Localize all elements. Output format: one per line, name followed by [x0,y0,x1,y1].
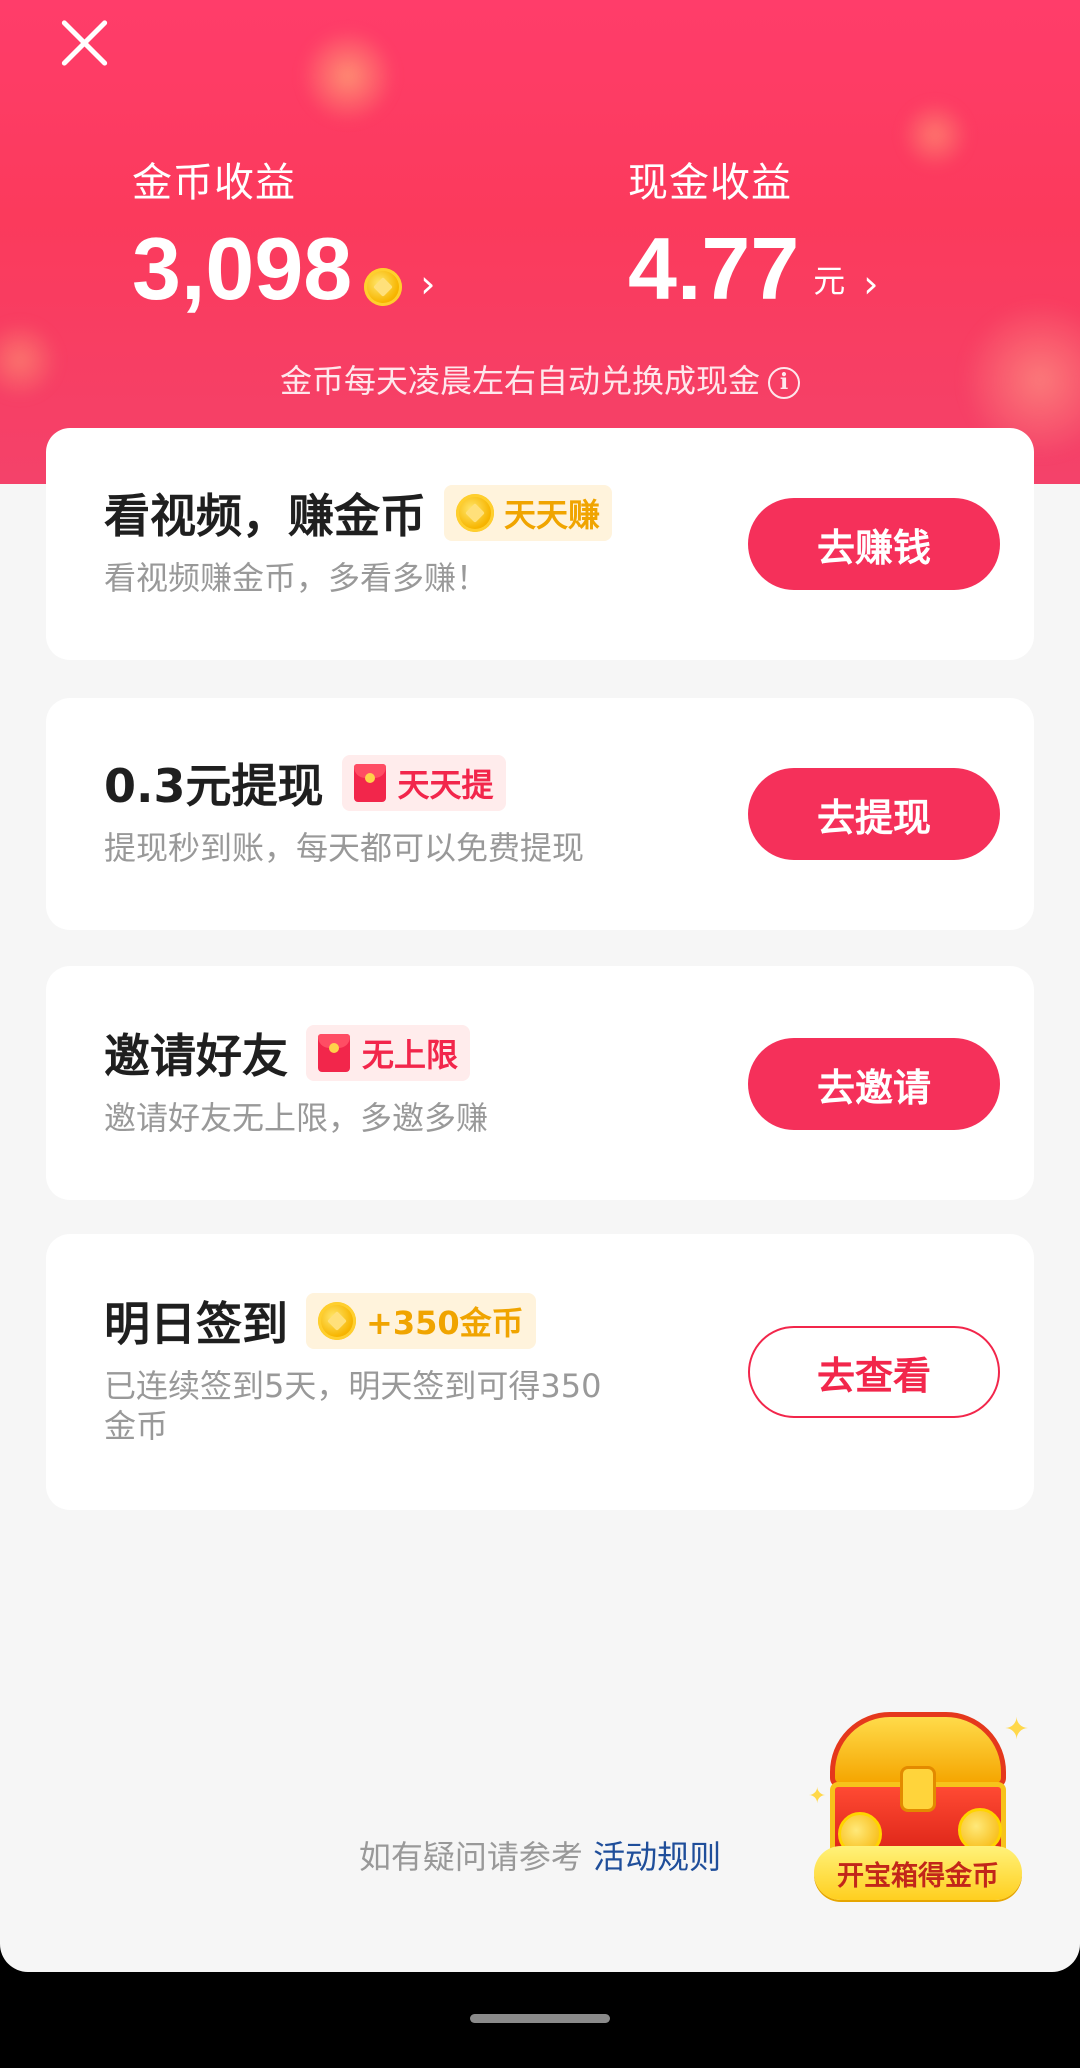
decor-glow [300,28,396,124]
task-tag: 天天赚 [444,485,613,541]
chest-lock-icon [900,1766,936,1812]
task-card-watch-video: 看视频，赚金币 天天赚 看视频赚金币，多看多赚！ 去赚钱 [46,428,1034,660]
rules-link[interactable]: 活动规则 [593,1838,721,1876]
coin-earnings-value: 3,098 [132,219,353,318]
chevron-right-icon: › [863,262,879,306]
close-icon[interactable] [56,14,112,70]
cash-earnings-label: 现金收益 [628,160,792,206]
red-packet-icon [353,764,386,802]
sparkle-icon: ✦ [1004,1712,1030,1747]
task-card-withdraw: 0.3元提现 天天提 提现秒到账，每天都可以免费提现 去提现 [46,698,1034,930]
task-title-row: 明日签到 +350金币 [104,1288,536,1354]
home-indicator[interactable] [470,2014,610,2023]
invite-button[interactable]: 去邀请 [748,1038,1000,1130]
task-title-row: 0.3元提现 天天提 [104,750,506,816]
task-subtitle-line: 已连续签到5天，明天签到可得350 [104,1367,602,1405]
task-subtitle: 提现秒到账，每天都可以免费提现 [104,829,585,867]
coin-earnings: 金币收益 3,098 › [132,150,436,318]
decor-glow [900,100,970,170]
task-title: 明日签到 [104,1297,288,1351]
task-tag-label: 无上限 [362,1036,459,1074]
cash-earnings-value: 4.77 [628,219,800,318]
task-title: 邀请好友 [104,1029,288,1083]
chevron-right-icon: › [420,262,436,306]
earn-button[interactable]: 去赚钱 [748,498,1000,590]
cash-unit: 元 [813,262,846,300]
coin-icon [456,494,494,532]
treasure-chest-button[interactable]: ✦ ✦ 开宝箱得金币 [808,1712,1030,1902]
coin-earnings-link[interactable]: 3,098 › [132,219,436,318]
task-tag: 天天提 [341,755,506,811]
view-checkin-button[interactable]: 去查看 [748,1326,1000,1418]
exchange-note: 金币每天凌晨左右自动兑换成现金 i [0,356,1080,402]
sparkle-icon: ✦ [808,1784,827,1809]
task-subtitle: 已连续签到5天，明天签到可得350 金币 [104,1366,704,1446]
withdraw-button[interactable]: 去提现 [748,768,1000,860]
rules-prefix: 如有疑问请参考 [358,1838,583,1876]
task-subtitle: 看视频赚金币，多看多赚！ [104,559,489,597]
coin-icon [318,1302,356,1340]
exchange-note-text: 金币每天凌晨左右自动兑换成现金 [279,362,760,400]
coin-earnings-label: 金币收益 [132,160,296,206]
task-tag-label: 天天提 [397,766,494,804]
red-packet-icon [318,1034,350,1072]
task-tag: +350金币 [306,1293,536,1349]
earnings-header: 金币收益 3,098 › 现金收益 4.77 元 › 金币每天凌晨左右自动兑换成… [0,0,1080,484]
task-title: 看视频，赚金币 [104,489,426,543]
task-tag-label: 天天赚 [504,496,601,534]
task-title: 0.3元提现 [104,759,324,813]
task-tag-label: +350金币 [366,1304,524,1342]
page: 金币收益 3,098 › 现金收益 4.77 元 › 金币每天凌晨左右自动兑换成… [0,0,1080,1972]
task-card-invite: 邀请好友 无上限 邀请好友无上限，多邀多赚 去邀请 [46,966,1034,1200]
task-subtitle-line: 金币 [104,1407,169,1445]
task-title-row: 看视频，赚金币 天天赚 [104,480,613,546]
task-card-checkin: 明日签到 +350金币 已连续签到5天，明天签到可得350 金币 去查看 [46,1234,1034,1510]
coin-icon [364,268,403,306]
treasure-chest-label: 开宝箱得金币 [814,1846,1022,1900]
info-icon[interactable]: i [768,367,800,399]
task-title-row: 邀请好友 无上限 [104,1020,471,1086]
task-tag: 无上限 [306,1025,471,1081]
cash-earnings-link[interactable]: 4.77 元 › [628,219,879,318]
task-subtitle: 邀请好友无上限，多邀多赚 [104,1099,489,1137]
cash-earnings: 现金收益 4.77 元 › [628,150,879,318]
